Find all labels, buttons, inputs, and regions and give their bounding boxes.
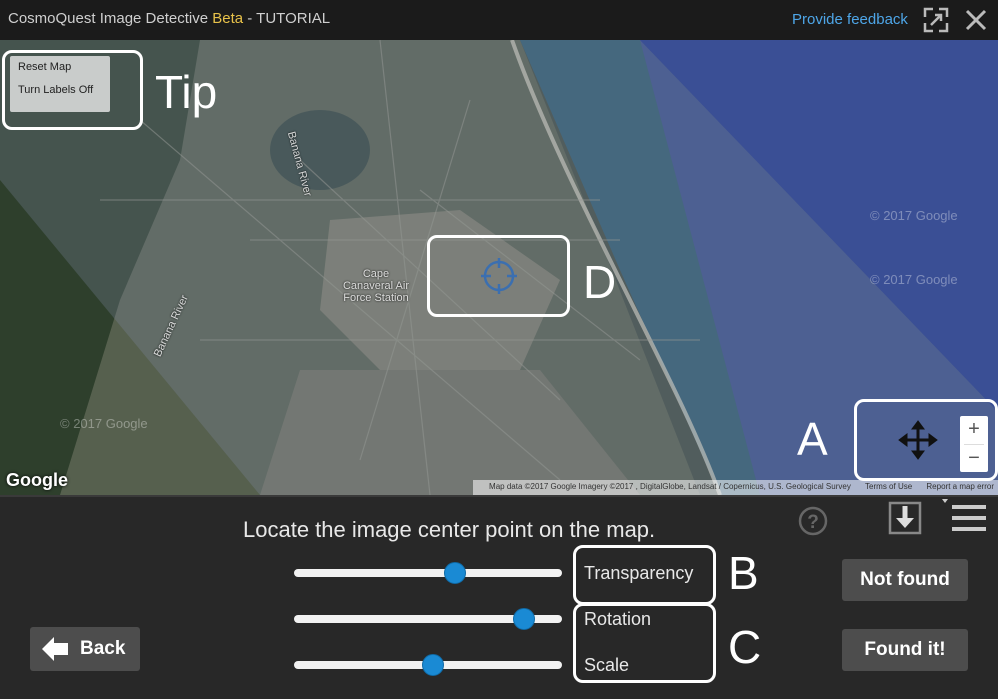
map-watermark: © 2017 Google <box>870 208 958 223</box>
b-highlight-box <box>573 545 716 605</box>
back-button[interactable]: Back <box>30 627 140 671</box>
terms-of-use-link[interactable]: Terms of Use <box>865 482 912 491</box>
a-highlight-box <box>854 399 998 481</box>
label-cape-canaveral: Cape Canaveral Air Force Station <box>342 268 410 304</box>
map-attribution: Map data ©2017 Google Imagery ©2017 , Di… <box>473 480 998 495</box>
callout-c: C <box>728 621 762 673</box>
beta-label: Beta <box>212 10 244 27</box>
instruction-text: Locate the image center point on the map… <box>243 517 656 542</box>
map-view[interactable]: Cape Canaveral Air Force Station Banana … <box>0 40 998 495</box>
callout-a: A <box>797 413 828 465</box>
tutorial-label: - TUTORIAL <box>243 10 331 27</box>
control-panel: Locate the image center point on the map… <box>0 495 998 699</box>
scale-slider-thumb[interactable] <box>422 654 445 676</box>
map-data-credit: Map data ©2017 Google Imagery ©2017 , Di… <box>489 482 851 491</box>
help-icon[interactable]: ? <box>797 505 829 537</box>
scale-slider[interactable] <box>294 654 562 676</box>
transparency-slider-thumb[interactable] <box>443 562 466 584</box>
found-it-button[interactable]: Found it! <box>842 629 968 671</box>
transparency-slider[interactable] <box>294 562 562 584</box>
menu-icon[interactable] <box>942 499 988 535</box>
c-highlight-box <box>573 603 716 683</box>
map-watermark: © 2017 Google <box>870 272 958 287</box>
svg-text:?: ? <box>807 512 819 533</box>
not-found-button[interactable]: Not found <box>842 559 968 601</box>
app-title: CosmoQuest Image Detective Beta - TUTORI… <box>8 10 330 27</box>
provide-feedback-link[interactable]: Provide feedback <box>792 11 908 28</box>
map-watermark: © 2017 Google <box>60 416 148 431</box>
rotation-slider[interactable] <box>294 608 562 630</box>
d-highlight-box <box>427 235 570 317</box>
back-button-label: Back <box>80 638 126 659</box>
app-name: CosmoQuest Image Detective <box>8 10 209 27</box>
callout-tip: Tip <box>155 66 218 118</box>
download-icon[interactable] <box>888 501 922 535</box>
tip-highlight-box <box>2 50 143 130</box>
google-logo: Google <box>6 470 68 490</box>
report-map-error-link[interactable]: Report a map error <box>926 482 994 491</box>
rotation-slider-thumb[interactable] <box>513 608 536 630</box>
callout-d: D <box>583 256 617 308</box>
back-arrow-icon <box>42 637 68 661</box>
close-icon[interactable] <box>962 6 990 34</box>
title-bar: CosmoQuest Image Detective Beta - TUTORI… <box>0 0 998 40</box>
callout-b: B <box>728 547 759 599</box>
expand-icon[interactable] <box>922 6 950 34</box>
